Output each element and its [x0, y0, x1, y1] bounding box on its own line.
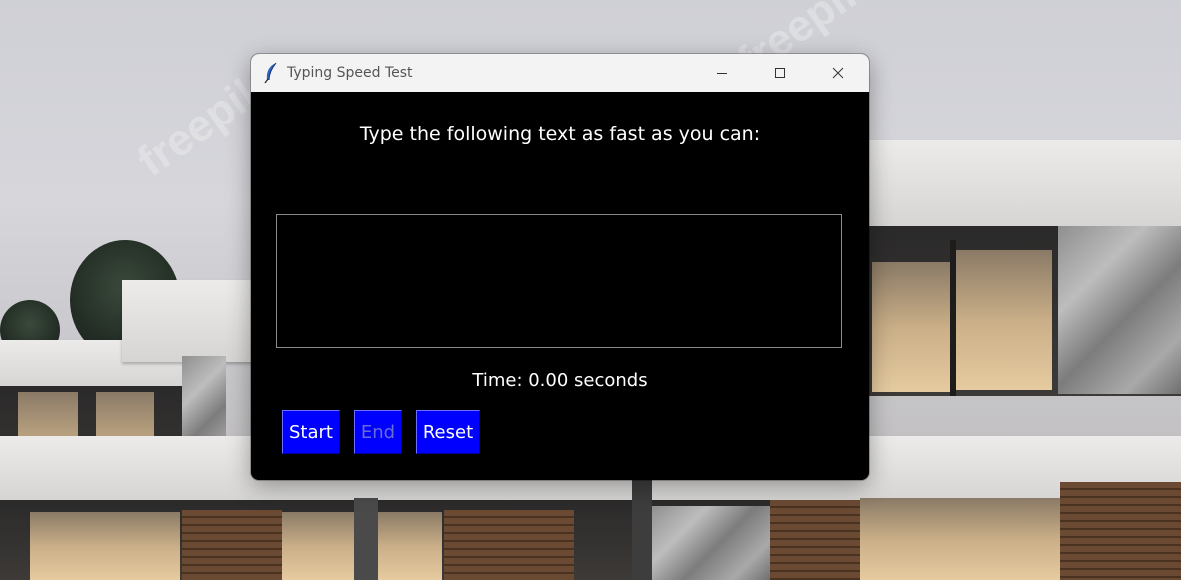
wallpaper-window — [860, 498, 1060, 580]
wallpaper-pillar — [632, 480, 652, 580]
minimize-button[interactable] — [693, 54, 751, 92]
wallpaper-brick-wall — [182, 510, 282, 580]
wallpaper-window — [956, 250, 1052, 390]
minimize-icon — [716, 67, 728, 79]
wallpaper-marble-wall — [1058, 226, 1181, 394]
wallpaper-marble-wall — [650, 506, 770, 580]
timer-label: Time: 0.00 seconds — [472, 370, 648, 391]
wallpaper-window — [30, 512, 180, 580]
wallpaper-window — [872, 262, 950, 392]
window-content: Type the following text as fast as you c… — [251, 92, 869, 480]
reset-button[interactable]: Reset — [416, 410, 480, 454]
wallpaper-roof-slab — [869, 140, 1181, 226]
window-title: Typing Speed Test — [287, 65, 413, 81]
maximize-button[interactable] — [751, 54, 809, 92]
wallpaper-mullion — [950, 240, 956, 396]
wallpaper-pillar — [354, 498, 378, 580]
close-icon — [832, 67, 844, 79]
wallpaper-brick-wall — [444, 510, 574, 580]
typing-speed-test-window: Typing Speed Test Type the following tex… — [251, 54, 869, 480]
window-titlebar[interactable]: Typing Speed Test — [251, 54, 869, 92]
start-button[interactable]: Start — [282, 410, 340, 454]
close-button[interactable] — [809, 54, 867, 92]
feather-icon — [263, 62, 279, 84]
typing-input[interactable] — [276, 214, 842, 348]
prompt-label: Type the following text as fast as you c… — [359, 123, 761, 145]
end-button[interactable]: End — [354, 410, 402, 454]
wallpaper-brick-wall — [770, 500, 860, 580]
wallpaper-brick-wall — [1060, 482, 1181, 580]
wallpaper-roof-slab — [122, 280, 262, 362]
maximize-icon — [774, 67, 786, 79]
